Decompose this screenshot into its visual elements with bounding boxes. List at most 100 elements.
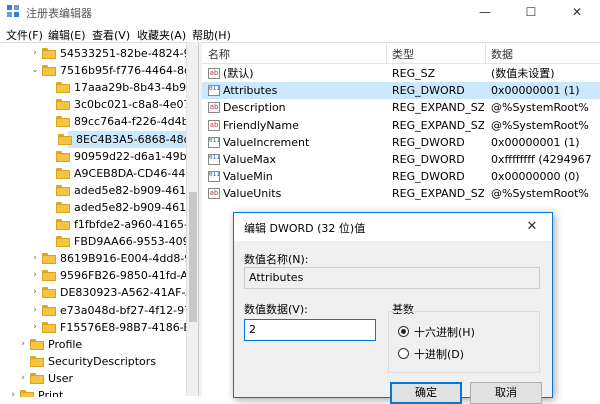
value-row[interactable]: ab (默认) REG_SZ (数值未设置) [202,65,600,82]
tree-item-label: e73a048d-bf27-4f12-973 [60,303,186,317]
tree-item[interactable]: › User [0,370,186,387]
value-type: REG_EXPAND_SZ [392,118,484,132]
registry-editor-icon [7,5,19,17]
tree-item[interactable]: SecurityDescriptors [0,353,186,370]
column-divider[interactable] [386,43,387,63]
tree-item[interactable]: aded5e82-b909-4619- [0,182,186,199]
tree-item[interactable]: 90959d22-d6a1-49b9 [0,148,186,165]
value-data: @%SystemRoot% [491,118,589,132]
key-tree[interactable]: › 54533251-82be-4824-96c1 ⌄ 7516b95f-f776-4… [0,42,186,397]
hex-radio[interactable] [398,326,409,337]
chevron-down-icon[interactable]: ⌄ [30,62,40,79]
chevron-right-icon [44,131,54,148]
chevron-right-icon[interactable]: › [30,267,40,284]
value-row[interactable]: 0110ValueMax REG_DWORD 0xffffffff (4294967 [202,151,600,168]
folder-icon [42,270,56,282]
chevron-right-icon[interactable]: › [30,319,40,336]
tree-item[interactable]: f1fbfde2-a960-4165-9 [0,216,186,233]
dec-radio[interactable] [398,348,409,359]
chevron-right-icon[interactable]: › [30,250,40,267]
folder-icon [56,236,70,248]
list-header: 名称 类型 数据 [202,43,600,64]
tree-item[interactable]: › F15576E8-98B7-4186-B94 [0,319,186,336]
tree-item[interactable]: aded5e82-b909-4619- [0,199,186,216]
value-type: REG_EXPAND_SZ [392,101,484,115]
value-name: ValueUnits [223,187,282,201]
chevron-right-icon[interactable]: › [30,284,40,301]
menu-view[interactable]: 查看(V) [92,27,130,43]
value-type: REG_DWORD [392,170,465,184]
value-data: 0x00000001 (1) [491,135,580,149]
folder-icon [56,150,70,162]
tree-item[interactable]: › e73a048d-bf27-4f12-973 [0,302,186,319]
tree-scrollbar-thumb[interactable] [189,192,197,322]
value-name: Description [223,101,286,115]
tree-item[interactable]: 89cc76a4-f226-4d4b-a [0,113,186,130]
value-name-field: Attributes [244,267,540,289]
tree-item-label: User [48,371,74,385]
base-group [388,311,540,373]
cancel-button[interactable]: 取消 [470,382,542,404]
hex-radio-label[interactable]: 十六进制(H) [414,324,475,340]
dec-radio-label[interactable]: 十进制(D) [414,346,464,362]
tree-item-label: 89cc76a4-f226-4d4b-a [74,115,186,129]
column-header-type[interactable]: 类型 [392,46,414,62]
tree-item[interactable]: 17aaa29b-8b43-4b94- [0,79,186,96]
value-name-label: 数值名称(N): [244,253,309,266]
chevron-right-icon[interactable]: › [18,370,28,387]
tree-item[interactable]: › Profile [0,336,186,353]
tree-item[interactable]: 8EC4B3A5-6868-48c2- [58,130,186,148]
value-row[interactable]: 0110ValueIncrement REG_DWORD 0x00000001 (1… [202,134,600,151]
folder-icon [42,253,56,265]
value-name: (默认) [223,67,254,80]
chevron-right-icon [44,148,54,165]
value-type: REG_DWORD [392,153,465,166]
menu-favorites[interactable]: 收藏夹(A) [137,27,186,43]
tree-item[interactable]: A9CEB8DA-CD46-44FE [0,165,186,182]
value-row[interactable]: 0110Attributes REG_DWORD 0x00000001 (1) [202,82,600,100]
column-divider[interactable] [485,43,486,63]
chevron-right-icon[interactable]: › [30,302,40,319]
value-row[interactable]: ab Description REG_EXPAND_SZ @%SystemRoot% [202,99,600,116]
folder-icon [30,372,44,384]
tree-item-label: 3c0bc021-c8a8-4e07- [74,98,186,112]
tree-item[interactable]: › 9596FB26-9850-41fd-AC3 [0,267,186,284]
chevron-right-icon [44,113,54,130]
chevron-right-icon[interactable]: › [30,45,40,62]
folder-icon [42,65,56,77]
minimize-button[interactable]: — [462,0,508,24]
chevron-right-icon[interactable]: › [18,336,28,353]
dialog-close-button[interactable]: ✕ [512,213,552,241]
column-header-data[interactable]: 数据 [491,46,513,62]
tree-item[interactable]: › 54533251-82be-4824-96c1 [0,45,186,62]
tree-item-label: FBD9AA66-9553-4097 [74,235,186,249]
tree-item[interactable]: › DE830923-A562-41AF-A0 [0,284,186,301]
value-row[interactable]: ab ValueUnits REG_EXPAND_SZ @%SystemRoot% [202,185,600,202]
folder-icon [58,133,72,145]
value-type: REG_DWORD [392,135,465,149]
tree-item[interactable]: 3c0bc021-c8a8-4e07- [0,96,186,113]
menu-file[interactable]: 文件(F) [6,27,43,43]
tree-item[interactable]: FBD9AA66-9553-4097 [0,233,186,250]
close-button[interactable]: ✕ [554,0,600,24]
folder-icon [30,338,44,350]
folder-icon [42,287,56,299]
tree-item[interactable]: › 8619B916-E004-4dd8-9B [0,250,186,267]
binary-value-icon: 0110 [208,154,220,165]
tree-item-label: F15576E8-98B7-4186-B94 [60,320,186,334]
menu-edit[interactable]: 编辑(E) [48,27,86,43]
string-value-icon: ab [208,119,220,131]
tree-item[interactable]: ⌄ 7516b95f-f776-4464-8c53 [0,62,186,79]
maximize-button[interactable]: ☐ [508,0,554,24]
tree-item-label: A9CEB8DA-CD46-44FE [74,166,186,180]
tree-item-label: aded5e82-b909-4619- [74,183,186,197]
value-data-input[interactable]: 2 [244,319,376,341]
value-data: (数值未设置) [491,67,555,80]
ok-button[interactable]: 确定 [390,382,462,404]
column-header-name[interactable]: 名称 [208,46,230,62]
chevron-right-icon [44,96,54,113]
value-row[interactable]: ab FriendlyName REG_EXPAND_SZ @%SystemRoot% [202,117,600,134]
menu-help[interactable]: 帮助(H) [192,27,231,43]
value-row[interactable]: 0110ValueMin REG_DWORD 0x00000000 (0) [202,168,600,185]
chevron-right-icon [44,79,54,96]
